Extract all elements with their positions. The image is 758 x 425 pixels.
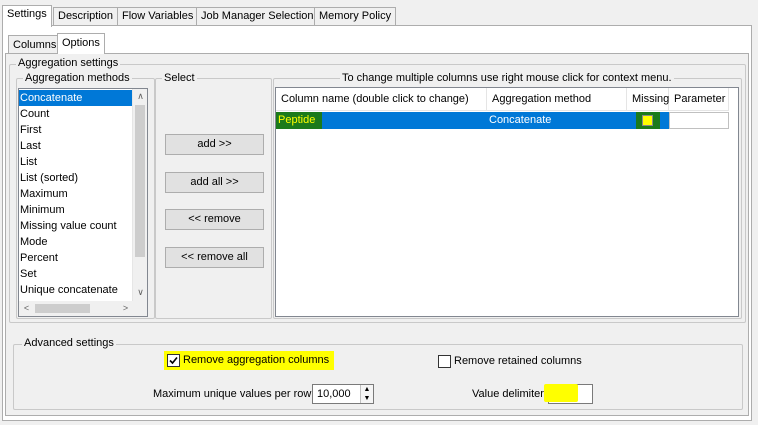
list-item[interactable]: Concatenate — [19, 90, 133, 106]
select-title: Select — [162, 72, 197, 84]
spinner-down-icon[interactable]: ▼ — [361, 394, 373, 403]
remove-retained-columns-label[interactable]: Remove retained columns — [454, 355, 582, 367]
aggregation-methods-list[interactable]: Concatenate Count First Last List List (sorte… — [18, 88, 148, 317]
list-item[interactable]: Set — [19, 266, 133, 282]
list-item[interactable]: Missing value count — [19, 218, 133, 234]
tab-settings[interactable]: Settings — [2, 5, 52, 27]
advanced-settings-group — [13, 344, 743, 410]
scroll-right-icon[interactable]: > — [118, 301, 133, 316]
tab-columns[interactable]: Columns — [8, 35, 62, 54]
missing-checkbox[interactable] — [642, 115, 653, 126]
advanced-settings-title: Advanced settings — [22, 337, 116, 349]
select-group — [155, 78, 272, 319]
list-item[interactable]: Mode — [19, 234, 133, 250]
list-item[interactable]: First — [19, 122, 133, 138]
value-delimiter-label: Value delimiter — [472, 388, 544, 400]
methods-vertical-scrollbar[interactable]: ∧ ∨ — [132, 89, 147, 316]
aggregation-method-header[interactable]: Aggregation method — [487, 88, 627, 111]
list-item[interactable]: Maximum — [19, 186, 133, 202]
list-item[interactable]: List (sorted) — [19, 170, 133, 186]
max-unique-values-spinner[interactable]: 10,000 ▲ ▼ — [312, 384, 374, 404]
remove-all-button[interactable]: << remove all — [165, 247, 264, 268]
list-item[interactable]: Unique concatenate — [19, 282, 133, 298]
parameter-header[interactable]: Parameter — [669, 88, 729, 111]
missing-header[interactable]: Missing — [627, 88, 669, 111]
parameter-cell[interactable] — [669, 112, 729, 129]
tab-options[interactable]: Options — [57, 33, 105, 54]
column-name-header[interactable]: Column name (double click to change) — [276, 88, 487, 111]
column-name-cell[interactable]: Peptide — [276, 112, 322, 129]
max-unique-values-input[interactable]: 10,000 — [317, 388, 351, 400]
remove-retained-columns-checkbox[interactable] — [438, 355, 451, 368]
remove-aggregation-columns-checkbox[interactable] — [167, 354, 180, 367]
scrollbar-thumb-horizontal[interactable] — [35, 304, 90, 313]
remove-button[interactable]: << remove — [165, 209, 264, 230]
add-all-button[interactable]: add all >> — [165, 172, 264, 193]
context-menu-hint: To change multiple columns use right mou… — [340, 72, 674, 84]
value-delimiter-highlight — [544, 384, 578, 402]
spinner-buttons[interactable]: ▲ ▼ — [360, 385, 373, 403]
scroll-up-icon[interactable]: ∧ — [133, 89, 147, 104]
scroll-down-icon[interactable]: ∨ — [133, 285, 147, 300]
aggregation-columns-table[interactable]: Column name (double click to change) Agg… — [275, 87, 739, 317]
options-panel: Aggregation settings Aggregation methods… — [5, 53, 749, 416]
remove-aggregation-columns-label[interactable]: Remove aggregation columns — [183, 354, 329, 366]
tab-job-manager-selection[interactable]: Job Manager Selection — [196, 7, 319, 26]
list-item[interactable]: Minimum — [19, 202, 133, 218]
list-item[interactable]: List — [19, 154, 133, 170]
checkmark-icon — [169, 356, 178, 365]
spinner-up-icon[interactable]: ▲ — [361, 385, 373, 394]
add-button[interactable]: add >> — [165, 134, 264, 155]
aggregation-method-cell[interactable]: Concatenate — [487, 112, 551, 129]
scroll-left-icon[interactable]: < — [19, 301, 34, 316]
max-unique-values-label: Maximum unique values per row — [153, 388, 312, 400]
list-item[interactable]: Percent — [19, 250, 133, 266]
tab-description[interactable]: Description — [53, 7, 119, 26]
list-item[interactable]: Last — [19, 138, 133, 154]
aggregation-settings-title: Aggregation settings — [16, 57, 121, 69]
tab-flow-variables[interactable]: Flow Variables — [117, 7, 199, 26]
scrollbar-thumb[interactable] — [135, 105, 145, 257]
list-item[interactable]: Count — [19, 106, 133, 122]
table-row[interactable] — [276, 112, 669, 129]
methods-horizontal-scrollbar[interactable]: < > — [19, 301, 133, 316]
aggregation-methods-title: Aggregation methods — [23, 72, 132, 84]
tab-memory-policy[interactable]: Memory Policy — [314, 7, 397, 26]
